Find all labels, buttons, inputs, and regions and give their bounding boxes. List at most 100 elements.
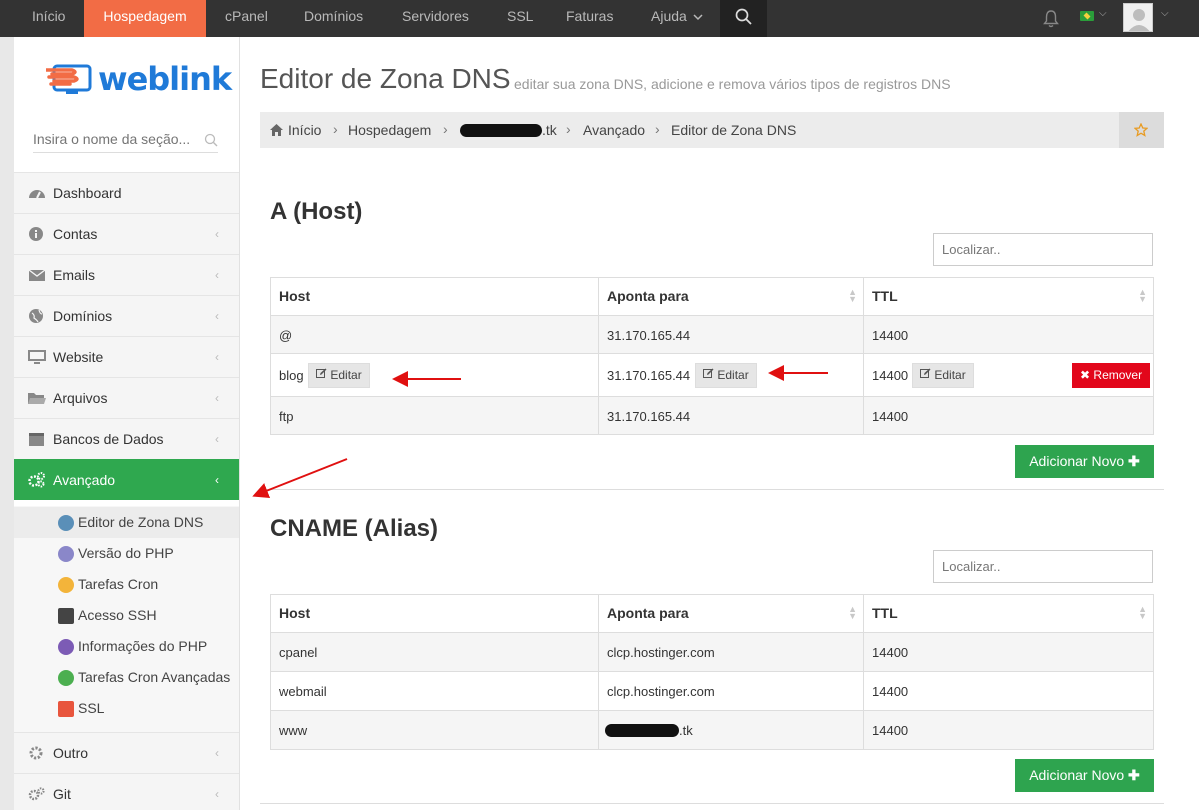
chevron-down-icon[interactable]: ⌵ — [1161, 8, 1169, 19]
header-label: Host — [279, 288, 311, 304]
cell-host: @ — [271, 316, 598, 353]
ttl-value: 14400 — [872, 684, 909, 699]
sidebar-item-avancado[interactable]: Avançado ‹ — [14, 459, 239, 500]
nav-faturas[interactable]: Faturas — [566, 0, 613, 37]
logo-text: weblink — [98, 60, 232, 98]
section-divider — [260, 803, 1164, 804]
submenu-item-versao-do-php[interactable]: Versão do PHP — [14, 538, 239, 569]
a-host-search-input[interactable]: Localizar.. — [933, 233, 1153, 266]
section-search[interactable] — [33, 131, 218, 153]
sidebar-item-emails[interactable]: Emails ‹ — [14, 254, 239, 295]
chevron-left-icon: ‹ — [215, 309, 219, 323]
sidebar-item-label: Emails — [53, 267, 96, 283]
sidebar-item-dashboard[interactable]: Dashboard — [14, 172, 239, 213]
breadcrumb-hospedagem[interactable]: Hospedagem — [348, 122, 431, 138]
edit-label: Editar — [934, 368, 966, 382]
sidebar-item-arquivos[interactable]: Arquivos ‹ — [14, 377, 239, 418]
chevron-left-icon: ‹ — [215, 227, 219, 241]
php-icon — [58, 546, 74, 562]
edit-ttl-button[interactable]: Editar — [912, 363, 974, 388]
favorite-button[interactable] — [1119, 112, 1164, 148]
ssl-icon — [58, 701, 74, 717]
points-to-value: clcp.hostinger.com — [607, 684, 715, 699]
breadcrumb-avancado[interactable]: Avançado — [583, 122, 645, 138]
cname-table: Host Aponta para ▲ ▼ TTL ▲ ▼ cpanel clcp.hos… — [270, 594, 1154, 750]
brazil-flag-icon[interactable] — [1080, 11, 1094, 21]
sidebar-item-dominios[interactable]: Domínios ‹ — [14, 295, 239, 336]
points-to-value: 31.170.165.44 — [607, 409, 691, 424]
submenu-item-acesso-ssh[interactable]: Acesso SSH — [14, 600, 239, 631]
host-value: ftp — [279, 409, 294, 424]
host-value: blog — [279, 368, 304, 383]
ttl-value: 14400 — [872, 645, 909, 660]
edit-host-button[interactable]: Editar — [308, 363, 370, 388]
weblink-logo[interactable]: weblink — [46, 60, 232, 98]
cell-ttl: 14400 — [863, 316, 1153, 353]
ttl-value: 14400 — [872, 328, 909, 343]
nav-dominios[interactable]: Domínios — [304, 0, 363, 37]
header-host[interactable]: Host — [271, 277, 598, 315]
remove-label: Remover — [1093, 368, 1143, 382]
chevron-down-icon — [693, 14, 703, 21]
points-to-value: .tk — [679, 723, 693, 738]
nav-ajuda[interactable]: Ajuda — [651, 0, 703, 37]
header-aponta-para[interactable]: Aponta para ▲ ▼ — [598, 594, 863, 632]
table-row: cpanel clcp.hostinger.com 14400 — [271, 632, 1153, 671]
sort-icon: ▲ ▼ — [848, 604, 857, 621]
edit-points-to-button[interactable]: Editar — [695, 363, 757, 388]
page-title: Editor de Zona DNS — [260, 63, 511, 94]
header-label: TTL — [872, 288, 898, 304]
submenu-item-tarefas-cron-avancadas[interactable]: Tarefas Cron Avançadas — [14, 662, 239, 693]
cell-ttl: 14400 — [863, 672, 1153, 710]
cron-advanced-icon — [58, 670, 74, 686]
gear-icon — [29, 746, 43, 760]
sidebar-item-outro[interactable]: Outro ‹ — [14, 732, 239, 773]
notifications-button[interactable] — [1043, 9, 1059, 31]
a-host-table: Host Aponta para ▲ ▼ TTL ▲ ▼ @ 31.170.165.44… — [270, 277, 1154, 435]
sidebar-item-website[interactable]: Website ‹ — [14, 336, 239, 377]
sidebar-item-git[interactable]: Git ‹ — [14, 773, 239, 810]
cname-search-input[interactable]: Localizar.. — [933, 550, 1153, 583]
header-aponta-para[interactable]: Aponta para ▲ ▼ — [598, 277, 863, 315]
nav-servidores[interactable]: Servidores — [402, 0, 469, 37]
plus-icon: ✚ — [1128, 767, 1140, 783]
sidebar-item-label: Git — [53, 786, 71, 802]
bell-icon — [1043, 10, 1059, 28]
ttl-value: 14400 — [872, 723, 909, 738]
header-host[interactable]: Host — [271, 594, 598, 632]
nav-cpanel[interactable]: cPanel — [225, 0, 268, 37]
chevron-down-icon[interactable]: ⌵ — [1099, 8, 1107, 19]
add-new-cname-button[interactable]: Adicionar Novo ✚ — [1015, 759, 1154, 792]
submenu-item-editor-de-zona-dns[interactable]: Editor de Zona DNS — [14, 507, 239, 538]
submenu-item-tarefas-cron[interactable]: Tarefas Cron — [14, 569, 239, 600]
host-value: webmail — [279, 684, 327, 699]
sort-icon: ▲ ▼ — [848, 287, 857, 304]
remove-record-button[interactable]: ✖ Remover — [1072, 363, 1151, 388]
avatar[interactable] — [1123, 3, 1153, 32]
chevron-left-icon: ‹ — [215, 350, 219, 364]
sidebar-item-bancos-de-dados[interactable]: Bancos de Dados ‹ — [14, 418, 239, 459]
add-new-a-record-button[interactable]: Adicionar Novo ✚ — [1015, 445, 1154, 478]
search-icon — [735, 8, 752, 25]
cell-ttl: 14400 — [863, 711, 1153, 749]
submenu-item-informacoes-do-php[interactable]: Informações do PHP — [14, 631, 239, 662]
sidebar-item-contas[interactable]: Contas ‹ — [14, 213, 239, 254]
nav-ssl[interactable]: SSL — [507, 0, 533, 37]
chevron-left-icon: ‹ — [215, 391, 219, 405]
nav-search-button[interactable] — [720, 0, 767, 37]
header-ttl[interactable]: TTL ▲ ▼ — [863, 594, 1153, 632]
header-ttl[interactable]: TTL ▲ ▼ — [863, 277, 1153, 315]
submenu-item-ssl[interactable]: SSL — [14, 693, 239, 724]
cell-host: www — [271, 711, 598, 749]
points-to-value: clcp.hostinger.com — [607, 645, 715, 660]
envelope-icon — [28, 269, 46, 281]
breadcrumb-inicio[interactable]: Início — [288, 122, 321, 138]
breadcrumb-domain[interactable]: .tk — [542, 122, 557, 138]
redacted-domain — [605, 724, 679, 737]
cell-host: blog Editar — [271, 354, 598, 396]
top-navbar: Início Hospedagem cPanel Domínios Servid… — [0, 0, 1199, 43]
section-search-input[interactable] — [33, 131, 198, 147]
nav-inicio[interactable]: Início — [32, 0, 65, 37]
nav-hospedagem[interactable]: Hospedagem — [84, 0, 206, 43]
dns-icon — [58, 515, 74, 531]
